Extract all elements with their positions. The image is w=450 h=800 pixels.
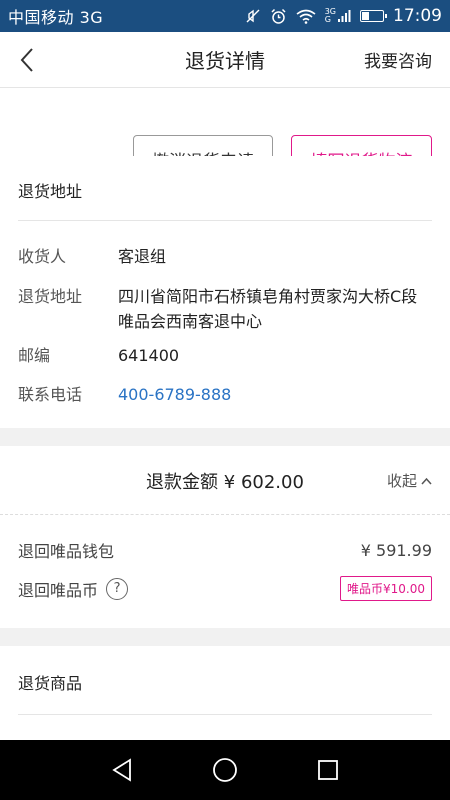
return-address-card: 退货地址 收货人 客退组 退货地址 四川省简阳市石桥镇皂角村贾家沟大桥C段唯品会… <box>0 156 450 428</box>
scroll-content[interactable]: 撤消退货申请 填写退货物流 退货地址 收货人 客退组 退货地址 四川省简阳市石桥… <box>0 88 450 740</box>
battery-icon <box>360 10 387 22</box>
receiver-label: 收货人 <box>18 247 67 266</box>
return-goods-card: 退货商品 <box>0 646 450 740</box>
phone-label: 联系电话 <box>18 385 83 404</box>
divider <box>18 714 432 715</box>
page-title: 退货详情 <box>185 49 265 73</box>
consult-button[interactable]: 我要咨询 <box>364 47 432 72</box>
nav-back-button[interactable] <box>102 750 142 790</box>
collapse-label: 收起 <box>386 472 417 490</box>
alarm-icon <box>270 8 287 25</box>
address-row: 退货地址 四川省简阳市石桥镇皂角村贾家沟大桥C段唯品会西南客退中心 <box>18 284 432 334</box>
zip-value: 641400 <box>118 346 180 365</box>
divider <box>18 220 432 221</box>
status-time: 17:09 <box>393 6 442 26</box>
app-header: 退货详情 我要咨询 <box>0 32 450 88</box>
chevron-up-icon <box>421 477 432 485</box>
refund-card: 退款金额 ¥ 602.00 收起 退回唯品钱包 ¥ 591.99 退回唯品币 ?… <box>0 446 450 628</box>
nav-home-button[interactable] <box>205 750 245 790</box>
net-type-bottom: G <box>324 15 331 24</box>
nav-recents-button[interactable] <box>308 750 348 790</box>
refund-total: 退款金额 ¥ 602.00 <box>146 472 304 493</box>
dashed-divider <box>0 514 450 515</box>
wifi-icon <box>296 9 316 24</box>
status-bar: 中国移动 3G 3G G 17:09 <box>0 0 450 32</box>
chevron-left-icon <box>20 48 33 72</box>
collapse-toggle[interactable]: 收起 <box>387 470 432 491</box>
coin-label-group: 退回唯品币 ? <box>18 577 340 601</box>
address-label: 退货地址 <box>18 287 83 306</box>
mute-icon <box>245 8 261 24</box>
status-icons: 3G G 17:09 <box>245 6 442 26</box>
carrier-label: 中国移动 3G <box>8 8 104 27</box>
address-value: 四川省简阳市石桥镇皂角村贾家沟大桥C段唯品会西南客退中心 <box>118 287 418 331</box>
wallet-amount: ¥ 591.99 <box>360 540 432 560</box>
coin-badge: 唯品币¥10.00 <box>340 576 432 601</box>
phone-row: 联系电话 400-6789-888 <box>18 382 432 407</box>
receiver-row: 收货人 客退组 <box>18 244 432 269</box>
coin-label: 退回唯品币 <box>18 580 99 600</box>
signal-icon: 3G G <box>325 8 351 24</box>
section-title-goods: 退货商品 <box>18 674 83 693</box>
section-title-address: 退货地址 <box>18 182 83 201</box>
phone-link[interactable]: 400-6789-888 <box>118 382 432 407</box>
circle-home-icon <box>213 758 237 782</box>
wallet-row: 退回唯品钱包 ¥ 591.99 <box>18 538 432 562</box>
system-nav-bar <box>0 740 450 800</box>
receiver-value: 客退组 <box>118 247 167 266</box>
triangle-back-icon <box>111 758 131 782</box>
zip-row: 邮编 641400 <box>18 343 432 368</box>
help-icon[interactable]: ? <box>106 577 129 600</box>
back-button[interactable] <box>14 46 40 74</box>
square-recents-icon <box>318 760 339 780</box>
zip-label: 邮编 <box>18 346 51 365</box>
coin-row: 退回唯品币 ? 唯品币¥10.00 <box>18 576 432 601</box>
wallet-label: 退回唯品钱包 <box>18 542 115 561</box>
